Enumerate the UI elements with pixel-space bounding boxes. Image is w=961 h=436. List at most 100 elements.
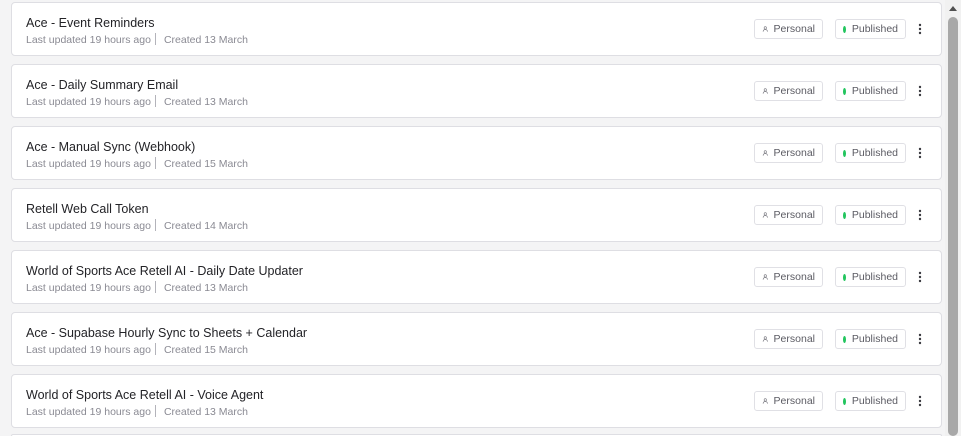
created-text: Created 14 March [163,220,248,232]
status-label: Published [851,147,898,159]
last-updated-text: Last updated 19 hours ago [26,406,151,418]
workflow-card[interactable]: World of Sports Ace Retell AI - Voice Ag… [11,374,942,428]
owner-label: Personal [773,333,815,345]
more-actions-button[interactable] [912,19,928,39]
workflow-card[interactable]: Ace - Manual Sync (Webhook) Last updated… [11,126,942,180]
workflow-card[interactable]: Ace - Event Reminders Last updated 19 ho… [11,2,942,56]
last-updated-text: Last updated 19 hours ago [26,282,151,294]
status-label: Published [851,85,898,97]
meta-divider [154,157,156,169]
workflow-meta: Last updated 19 hours ago Created 13 Marc… [26,33,248,46]
status-label: Published [851,209,898,221]
more-actions-button[interactable] [912,205,928,225]
scroll-up-button[interactable] [945,0,961,16]
more-vertical-icon [918,271,922,283]
created-text: Created 13 March [163,96,248,108]
status-dot-icon [843,87,846,95]
owner-badge[interactable]: Personal [754,267,823,287]
more-actions-button[interactable] [912,329,928,349]
workflow-meta: Last updated 19 hours ago Created 13 Marc… [26,95,248,108]
scroll-up-arrow-icon [949,5,957,11]
user-icon [762,336,768,342]
status-badge: Published [835,391,906,411]
owner-label: Personal [773,85,815,97]
owner-badge[interactable]: Personal [754,81,823,101]
owner-label: Personal [773,395,815,407]
more-actions-button[interactable] [912,143,928,163]
user-icon [762,212,768,218]
owner-badge[interactable]: Personal [754,143,823,163]
more-vertical-icon [918,209,922,221]
meta-divider [154,95,156,107]
workflow-list-viewport: Ace - Event Reminders Last updated 19 ho… [0,0,961,436]
status-badge: Published [835,267,906,287]
workflow-card[interactable]: Ace - Daily Summary Email Last updated 1… [11,64,942,118]
status-dot-icon [843,25,846,33]
workflow-title[interactable]: Ace - Daily Summary Email [26,78,178,92]
meta-divider [154,219,156,231]
workflow-title[interactable]: Retell Web Call Token [26,202,149,216]
last-updated-text: Last updated 19 hours ago [26,34,151,46]
status-badge: Published [835,329,906,349]
created-text: Created 13 March [163,282,248,294]
status-label: Published [851,271,898,283]
scrollbar-thumb[interactable] [948,17,958,436]
workflow-card[interactable]: Retell Web Call Token Last updated 19 ho… [11,188,942,242]
status-badge: Published [835,19,906,39]
workflow-card[interactable]: World of Sports Ace Retell AI - Daily Da… [11,250,942,304]
meta-divider [154,281,156,293]
user-icon [762,26,768,32]
more-vertical-icon [918,23,922,35]
owner-badge[interactable]: Personal [754,329,823,349]
workflow-meta: Last updated 19 hours ago Created 13 Marc… [26,281,248,294]
created-text: Created 15 March [163,344,248,356]
vertical-scrollbar[interactable] [945,0,961,436]
last-updated-text: Last updated 19 hours ago [26,158,151,170]
owner-badge[interactable]: Personal [754,19,823,39]
more-vertical-icon [918,147,922,159]
status-badge: Published [835,205,906,225]
owner-label: Personal [773,23,815,35]
more-actions-button[interactable] [912,81,928,101]
status-label: Published [851,395,898,407]
workflow-title[interactable]: Ace - Manual Sync (Webhook) [26,140,195,154]
owner-label: Personal [773,147,815,159]
status-dot-icon [843,335,846,343]
last-updated-text: Last updated 19 hours ago [26,220,151,232]
owner-label: Personal [773,271,815,283]
more-vertical-icon [918,85,922,97]
owner-label: Personal [773,209,815,221]
workflow-meta: Last updated 19 hours ago Created 14 Marc… [26,219,248,232]
status-dot-icon [843,149,846,157]
workflow-title[interactable]: World of Sports Ace Retell AI - Daily Da… [26,264,303,278]
workflow-title[interactable]: World of Sports Ace Retell AI - Voice Ag… [26,388,263,402]
workflow-card[interactable]: Ace - Supabase Hourly Sync to Sheets + C… [11,312,942,366]
status-dot-icon [843,397,846,405]
meta-divider [154,405,156,417]
workflow-title[interactable]: Ace - Event Reminders [26,16,155,30]
workflow-title[interactable]: Ace - Supabase Hourly Sync to Sheets + C… [26,326,307,340]
user-icon [762,150,768,156]
status-dot-icon [843,211,846,219]
workflow-meta: Last updated 19 hours ago Created 15 Marc… [26,343,248,356]
more-vertical-icon [918,395,922,407]
last-updated-text: Last updated 19 hours ago [26,344,151,356]
workflow-meta: Last updated 19 hours ago Created 13 Marc… [26,405,248,418]
owner-badge[interactable]: Personal [754,391,823,411]
workflow-meta: Last updated 19 hours ago Created 15 Marc… [26,157,248,170]
more-vertical-icon [918,333,922,345]
owner-badge[interactable]: Personal [754,205,823,225]
more-actions-button[interactable] [912,391,928,411]
user-icon [762,398,768,404]
created-text: Created 15 March [163,158,248,170]
status-label: Published [851,333,898,345]
last-updated-text: Last updated 19 hours ago [26,96,151,108]
user-icon [762,274,768,280]
more-actions-button[interactable] [912,267,928,287]
status-dot-icon [843,273,846,281]
status-badge: Published [835,143,906,163]
status-label: Published [851,23,898,35]
meta-divider [154,343,156,355]
status-badge: Published [835,81,906,101]
created-text: Created 13 March [163,406,248,418]
